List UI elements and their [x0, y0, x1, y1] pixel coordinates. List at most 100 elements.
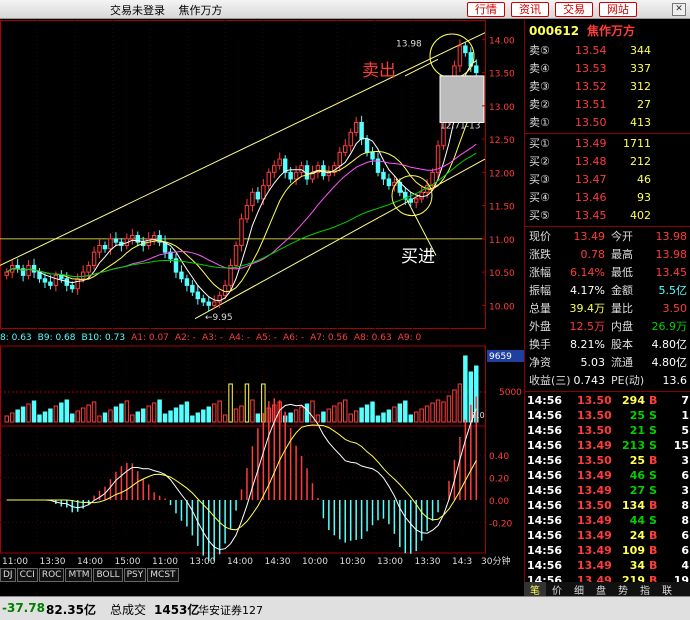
broker-name: 华安证券127 — [198, 604, 263, 617]
tick-count: 3 — [681, 484, 689, 497]
volume-bar — [130, 414, 135, 423]
kline-chart[interactable]: 13.98←9.9512.71-13 96595000X10 0.400.200… — [0, 20, 524, 568]
tab-mtm[interactable]: MTM — [65, 568, 93, 582]
candle-body — [75, 278, 80, 290]
volume-bar — [463, 355, 468, 423]
price-tick-label: 13.00 — [489, 103, 515, 113]
bid-volume: 1711 — [623, 137, 651, 150]
tick-volume: 25 — [629, 454, 645, 467]
stat-value: 13.49 — [573, 230, 606, 243]
tick-volume: 25 — [629, 409, 645, 422]
tab-roc[interactable]: ROC — [38, 568, 65, 582]
tick-price: 13.50 — [577, 409, 612, 422]
highlight-box — [439, 75, 485, 123]
candle-body — [343, 145, 348, 153]
tick-side: B — [649, 559, 658, 572]
stat-label: 净资 — [529, 356, 551, 369]
ask-price: 13.51 — [575, 98, 607, 111]
volume-bar — [370, 401, 375, 423]
volume-bar — [140, 408, 146, 423]
sell-label: 卖出 — [362, 61, 396, 81]
tab-cci[interactable]: CCI — [16, 568, 38, 582]
volume-bar — [9, 412, 15, 423]
total-label: 总成交 — [110, 603, 147, 617]
mid-price-label: 12.71-13 — [440, 121, 480, 131]
tab-psy[interactable]: PSY — [123, 568, 147, 582]
ask-row: 卖① 13.50 413 — [525, 114, 690, 132]
volume-bar — [70, 413, 75, 423]
candle-body — [277, 158, 282, 167]
tab-dj[interactable]: DJ — [0, 568, 16, 582]
stat-label: 换手 — [529, 338, 551, 351]
bid-volume: 93 — [637, 191, 651, 204]
candle-body — [4, 271, 9, 276]
stat-row: 总量 39.4万 量比 3.50 — [525, 300, 690, 318]
tick-price: 13.50 — [577, 424, 612, 437]
candle-body — [190, 284, 195, 293]
candle-body — [370, 151, 375, 160]
bid-price: 13.48 — [575, 155, 607, 168]
tick-row: 14:56 13.49 44 S 8 — [525, 513, 690, 528]
volume-top-label: 9659 — [489, 352, 512, 362]
tick-row: 14:56 13.49 24 B 6 — [525, 528, 690, 543]
bid-row: 买① 13.49 1711 — [525, 135, 690, 153]
quotes-button[interactable]: 行情 — [467, 2, 505, 17]
tab-trades[interactable]: 笔 — [524, 582, 546, 597]
candle-body — [381, 171, 386, 180]
tab-detail[interactable]: 细 — [568, 582, 590, 597]
tick-time: 14:56 — [527, 454, 563, 467]
volume-bar — [457, 383, 463, 423]
ask-label: 卖② — [529, 98, 550, 111]
news-button[interactable]: 资讯 — [511, 2, 549, 17]
stat-value: 39.4万 — [569, 302, 606, 315]
volume-bar — [97, 415, 102, 423]
tick-side: B — [649, 499, 658, 512]
tab-link[interactable]: 联 — [656, 582, 678, 597]
candle-body — [80, 271, 86, 280]
ask-row: 卖② 13.51 27 — [525, 96, 690, 114]
trade-button[interactable]: 交易 — [555, 2, 593, 17]
candle-body — [201, 298, 206, 303]
bid-row: 买② 13.48 212 — [525, 153, 690, 171]
stat-label: 振幅 — [529, 284, 551, 297]
buy-label: 买进 — [401, 247, 435, 267]
stat-value: 13.98 — [655, 248, 688, 261]
stat-value: 4.80亿 — [651, 356, 688, 369]
login-status: 交易未登录 — [110, 4, 165, 17]
ask-row: 卖⑤ 13.54 344 — [525, 42, 690, 60]
tick-volume: 24 — [629, 529, 645, 542]
tab-price[interactable]: 价 — [546, 582, 568, 597]
indicator-value: A9: 0 — [397, 333, 422, 343]
stat-label: PE(动) — [611, 374, 645, 387]
tick-time: 14:56 — [527, 469, 563, 482]
volume-bar — [64, 399, 70, 423]
volume-bar — [113, 406, 119, 423]
macd-tick-label: 0.20 — [489, 475, 509, 485]
candle-body — [250, 191, 255, 207]
volume-bar — [4, 415, 9, 423]
candle-body — [211, 301, 217, 306]
candles-group — [4, 39, 479, 312]
tab-trend[interactable]: 势 — [612, 582, 634, 597]
high-price-label: 13.98 — [396, 40, 422, 50]
tick-count: 7 — [681, 394, 689, 407]
time-tick-label: 15:00 — [115, 557, 141, 567]
tick-count: 5 — [681, 424, 689, 437]
tab-book[interactable]: 盘 — [590, 582, 612, 597]
stat-value: 12.5万 — [569, 320, 606, 333]
tick-row: 14:56 13.50 25 S 1 — [525, 408, 690, 423]
tick-time: 14:56 — [527, 484, 563, 497]
volume-bar — [86, 404, 91, 423]
tick-side: B — [649, 529, 658, 542]
low-price-label: ←9.95 — [205, 313, 233, 323]
website-button[interactable]: 网站 — [599, 2, 637, 17]
tab-index[interactable]: 指 — [634, 582, 656, 597]
stat-label: 金额 — [611, 284, 633, 297]
tab-boll[interactable]: BOLL — [93, 568, 123, 582]
stat-label: 量比 — [611, 302, 633, 315]
close-icon[interactable]: ✕ — [672, 3, 686, 16]
candle-body — [386, 178, 392, 187]
stat-value: 26.9万 — [651, 320, 688, 333]
tab-mcst[interactable]: MCST — [147, 568, 179, 582]
price-tick-label: 10.00 — [489, 302, 515, 312]
